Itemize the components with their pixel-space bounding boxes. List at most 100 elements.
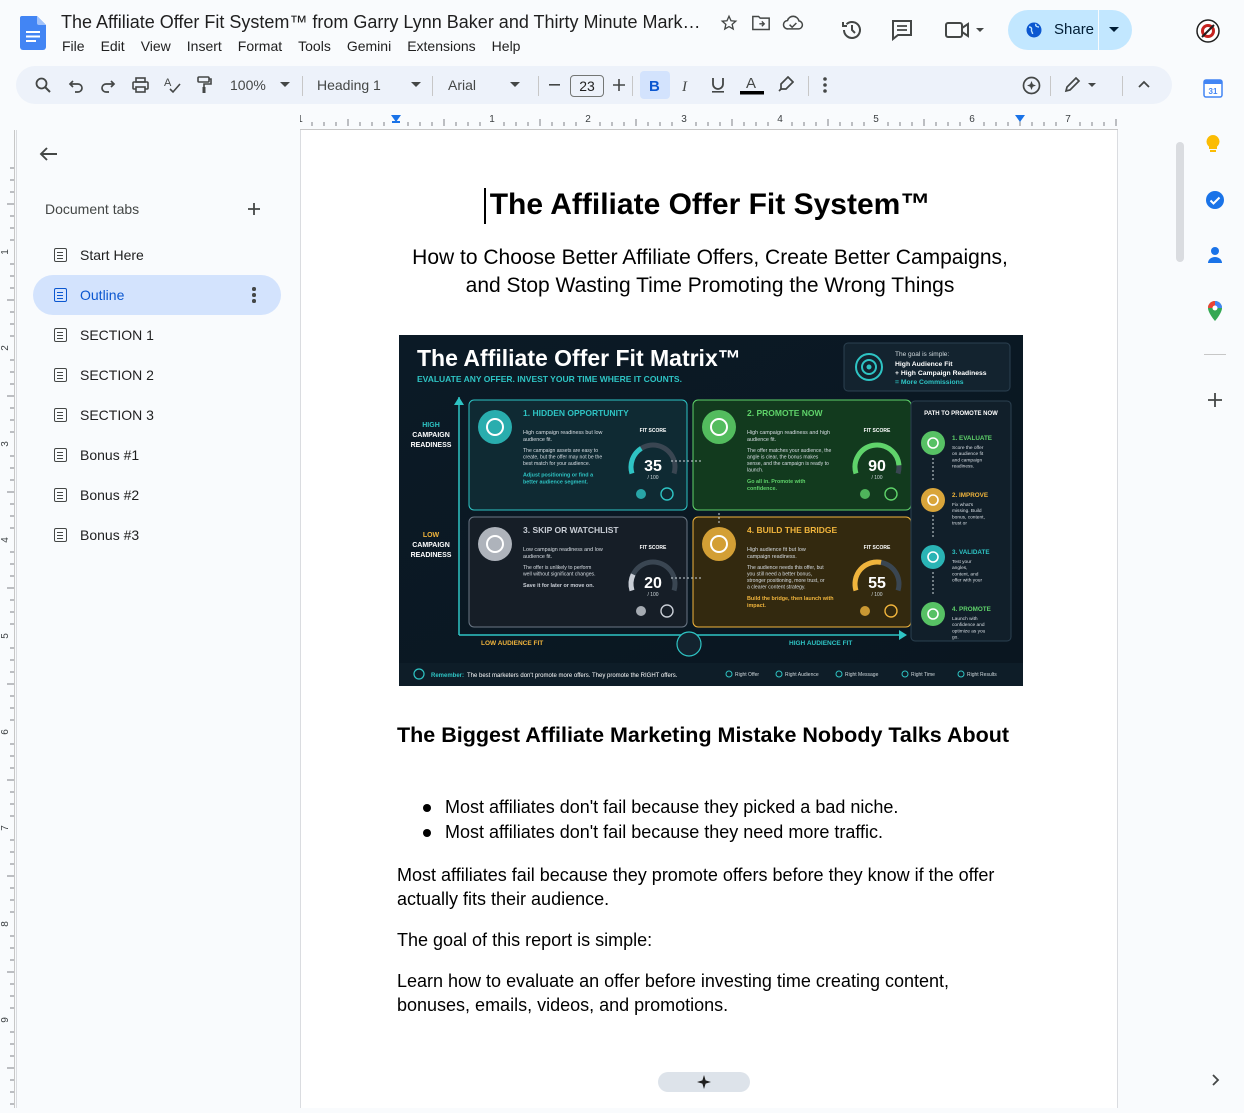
text-color-icon[interactable]: A [740, 75, 764, 95]
quadrant-2: 2. PROMOTE NOW High campaign readiness an… [692, 399, 912, 511]
document-heading-2[interactable]: The Biggest Affiliate Marketing Mistake … [397, 720, 1023, 750]
document-page[interactable]: The Affiliate Offer Fit System™ How to C… [300, 130, 1118, 1108]
menu-edit[interactable]: Edit [101, 38, 125, 54]
menu-tools[interactable]: Tools [298, 38, 331, 54]
quadrant-icon [702, 527, 736, 561]
contacts-icon[interactable] [1207, 245, 1223, 265]
menu-view[interactable]: View [141, 38, 171, 54]
bold-button[interactable]: B [640, 71, 670, 99]
tab-section-3[interactable]: SECTION 3 [33, 395, 281, 435]
tab-bonus-1[interactable]: Bonus #1 [33, 435, 281, 475]
paragraph[interactable]: The goal of this report is simple: [397, 928, 1027, 952]
print-icon[interactable] [132, 77, 149, 93]
tasks-icon[interactable] [1205, 190, 1225, 210]
calendar-icon[interactable]: 31 [1203, 78, 1223, 98]
vertical-ruler[interactable]: 1 2 3 4 5 6 7 8 9 [0, 130, 15, 1108]
add-addon-icon[interactable] [1208, 393, 1222, 407]
style-select[interactable]: Heading 1 [317, 66, 421, 104]
plus-icon[interactable] [247, 202, 261, 216]
quadrant-desc2: angle is clear, the bonus makes [747, 455, 819, 461]
undo-icon[interactable] [68, 77, 84, 93]
footer-check-label: Right Time [911, 672, 935, 678]
ruler-label: 2 [0, 345, 11, 351]
maps-icon[interactable] [1206, 300, 1224, 322]
quadrant-desc: High campaign readiness and high [747, 430, 830, 436]
gemini-assist-pill[interactable] [658, 1072, 750, 1092]
spellcheck-icon[interactable]: A [164, 76, 181, 94]
docs-logo-icon[interactable] [20, 16, 46, 50]
svg-text:READINESS: READINESS [411, 442, 452, 449]
horizontal-ruler[interactable]: 1 1 2 3 4 5 6 7 [297, 112, 1118, 130]
tab-bonus-2[interactable]: Bonus #2 [33, 475, 281, 515]
more-options-icon[interactable] [823, 77, 827, 93]
step-desc: bonus, content, [952, 514, 985, 520]
list-item[interactable]: Most affiliates don't fail because they … [397, 822, 1023, 847]
decrease-font-size-icon[interactable] [549, 84, 560, 86]
menu-help[interactable]: Help [492, 38, 521, 54]
paragraph[interactable]: Learn how to evaluate an offer before in… [397, 969, 1027, 1017]
cloud-status-icon[interactable] [782, 14, 804, 32]
share-dropdown-icon[interactable] [1108, 26, 1120, 34]
step-desc: Test your [952, 559, 972, 565]
quadrant-desc2: a clearer content strategy. [747, 585, 806, 591]
tab-label: Outline [80, 287, 125, 303]
menu-extensions[interactable]: Extensions [407, 38, 475, 54]
paragraph[interactable]: Most affiliates fail because they promot… [397, 863, 1027, 911]
tab-section-1[interactable]: SECTION 1 [33, 315, 281, 355]
share-button[interactable]: Share [1008, 10, 1132, 50]
redo-icon[interactable] [100, 77, 116, 93]
font-select[interactable]: Arial [448, 66, 521, 104]
step-desc: angles, [952, 565, 967, 571]
document-icon [54, 408, 67, 422]
document-heading-1[interactable]: The Affiliate Offer Fit System™ [301, 188, 1119, 222]
tab-outline[interactable]: Outline [33, 275, 281, 315]
avatar[interactable] [1196, 19, 1220, 43]
font-value: Arial [448, 77, 477, 93]
left-indent-marker[interactable] [391, 115, 401, 122]
ruler-label: 7 [1065, 114, 1071, 125]
highlight-color-icon[interactable] [778, 76, 794, 92]
expand-panel-icon[interactable] [1212, 1074, 1220, 1086]
tab-start-here[interactable]: Start Here [33, 235, 281, 275]
tab-section-2[interactable]: SECTION 2 [33, 355, 281, 395]
search-menus-icon[interactable] [35, 77, 51, 93]
menu-gemini[interactable]: Gemini [347, 38, 391, 54]
italic-icon[interactable]: I [681, 78, 693, 92]
font-size-input[interactable]: 23 [570, 75, 604, 97]
move-folder-icon[interactable] [751, 14, 771, 32]
paint-format-icon[interactable] [196, 76, 212, 94]
step-desc: trust or [952, 521, 967, 527]
document-subtitle[interactable]: How to Choose Better Affiliate Offers, C… [398, 244, 1022, 300]
keep-icon[interactable] [1205, 134, 1221, 154]
menu-insert[interactable]: Insert [187, 38, 222, 54]
increase-font-size-icon[interactable] [613, 79, 625, 91]
title-bar: The Affiliate Offer Fit System™ from Gar… [0, 0, 1244, 62]
underline-icon[interactable] [711, 77, 725, 93]
back-arrow-icon[interactable] [39, 146, 59, 162]
star-icon[interactable] [720, 14, 738, 32]
meet-icon[interactable] [944, 21, 988, 39]
fit-score-label: FIT SCORE [640, 545, 667, 551]
affiliate-offer-fit-matrix-image[interactable]: The Affiliate Offer Fit Matrix™ EVALUATE… [399, 335, 1023, 686]
zoom-select[interactable]: 100% [230, 66, 290, 104]
goal-line-4: = More Commissions [895, 379, 964, 386]
version-history-icon[interactable] [840, 18, 864, 42]
hide-menus-icon[interactable] [1138, 80, 1150, 88]
step-desc: optimize as you [952, 628, 986, 634]
tab-bonus-3[interactable]: Bonus #3 [33, 515, 281, 555]
right-indent-marker[interactable] [1015, 115, 1025, 122]
menu-format[interactable]: Format [238, 38, 282, 54]
svg-text:CAMPAIGN: CAMPAIGN [412, 432, 450, 439]
comments-icon[interactable] [890, 19, 914, 41]
menu-file[interactable]: File [62, 38, 85, 54]
tab-options-icon[interactable] [252, 287, 256, 303]
sparkle-icon [697, 1075, 711, 1089]
document-title[interactable]: The Affiliate Offer Fit System™ from Gar… [61, 12, 701, 33]
bullet-list: Most affiliates don't fail because they … [397, 797, 1023, 847]
first-line-indent-marker[interactable] [392, 121, 400, 123]
gemini-assist-icon[interactable] [1022, 76, 1041, 95]
menu-bar: File Edit View Insert Format Tools Gemin… [62, 38, 536, 54]
editing-mode-icon[interactable] [1064, 77, 1100, 93]
list-item[interactable]: Most affiliates don't fail because they … [397, 797, 1023, 822]
vertical-scrollbar[interactable] [1176, 142, 1184, 262]
